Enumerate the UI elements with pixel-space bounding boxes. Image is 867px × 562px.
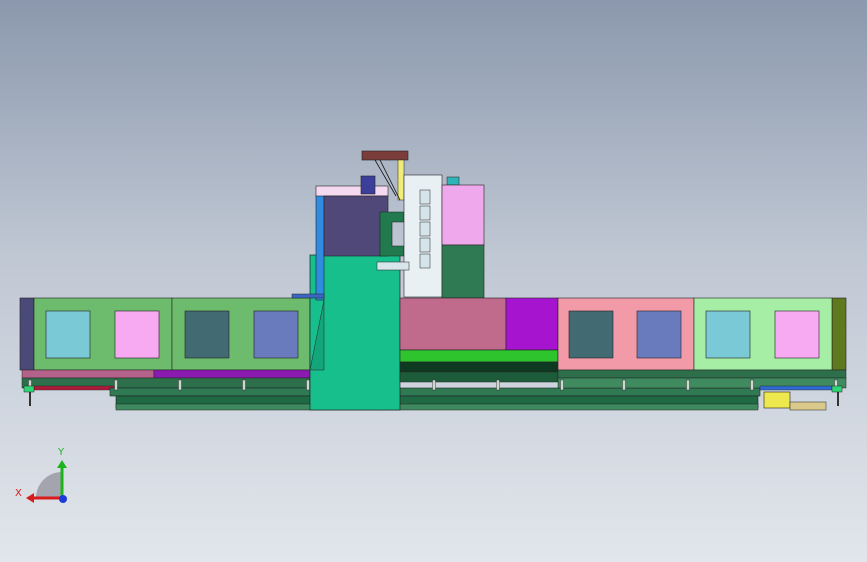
leveling-foot (622, 379, 626, 391)
left-bumper (23, 385, 35, 393)
gantry-machine-model (19, 150, 847, 411)
column-blue-ledge (291, 293, 325, 299)
window-magenta-right (774, 310, 820, 359)
leveling-foot (432, 379, 436, 391)
right-strip-dark (557, 369, 847, 379)
window-cyan (45, 310, 91, 359)
window-slate-right (568, 310, 614, 359)
rail-dark (399, 361, 559, 373)
column-upper-pale (315, 185, 389, 197)
leveling-foot (114, 379, 118, 391)
right-blue-rail (759, 385, 833, 391)
leveling-foot (178, 379, 182, 391)
leveling-foot (496, 379, 500, 391)
end-leg (29, 392, 31, 406)
window-magenta (114, 310, 160, 359)
end-leg (837, 392, 839, 406)
left-strip-rose (21, 369, 155, 379)
spindle-slot-2 (419, 205, 431, 221)
leveling-foot (686, 379, 690, 391)
spindle-slot-1 (419, 189, 431, 205)
tan-strip (789, 401, 827, 411)
triad-z-sector (36, 472, 62, 498)
z-axis-dot (59, 495, 67, 503)
column-head-slate (323, 195, 389, 257)
spindle-slot-4 (419, 237, 431, 253)
machine-drawing: X Y (15, 150, 847, 503)
leveling-foot (242, 379, 246, 391)
motor-block (360, 175, 376, 195)
y-axis-label: Y (57, 447, 65, 458)
right-end-cap (831, 297, 847, 371)
middle-panel-rose (399, 297, 507, 351)
green-bracket (379, 211, 405, 257)
column-blue-side (315, 194, 325, 301)
middle-panel-purple (505, 297, 559, 351)
window-blue-right (636, 310, 682, 359)
window-slate (184, 310, 230, 359)
brown-bar (361, 150, 409, 161)
spindle-slot-5 (419, 253, 431, 269)
coordinate-triad: X Y (15, 447, 67, 503)
vertical-post (397, 159, 405, 201)
window-blue (253, 310, 299, 359)
rail-green (399, 349, 559, 363)
leveling-foot (306, 379, 310, 391)
cad-viewport[interactable]: X Y (0, 0, 867, 562)
yellow-block (763, 391, 791, 409)
spindle-slot-3 (419, 221, 431, 237)
window-cyan-right (705, 310, 751, 359)
leveling-foot (750, 379, 754, 391)
left-strip-purple (153, 369, 311, 379)
spindle-base-plate (376, 261, 410, 271)
x-axis-label: X (15, 488, 22, 499)
leveling-foot (560, 379, 564, 391)
y-axis-head (57, 460, 67, 468)
head-housing-green (441, 244, 485, 299)
left-red-rail (33, 385, 115, 391)
housing-cap (446, 176, 460, 186)
right-bumper (831, 385, 843, 393)
head-housing-lavender (441, 184, 485, 246)
left-end-cap (19, 297, 35, 371)
rail-dark-2 (399, 371, 559, 383)
base-bed-foot (115, 403, 759, 411)
x-axis-head (26, 493, 34, 503)
